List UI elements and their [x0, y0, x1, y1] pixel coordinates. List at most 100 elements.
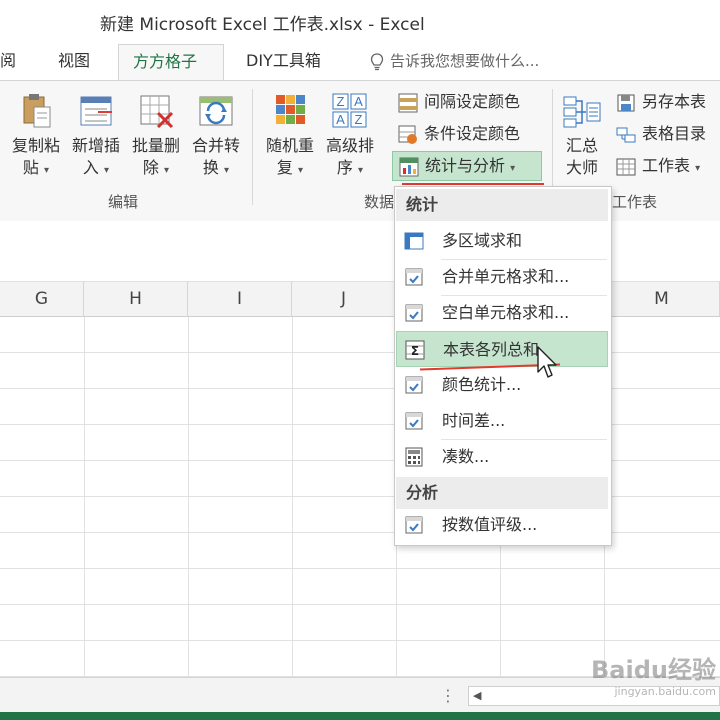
tell-me-search[interactable]: 告诉我您想要做什么...	[370, 44, 539, 80]
svg-text:Z: Z	[355, 112, 363, 127]
blank-cell-sum-icon	[405, 304, 423, 322]
table-catalog-icon	[616, 127, 636, 142]
table-catalog-button[interactable]: 表格目录	[616, 121, 706, 147]
copy-paste-label-2: 贴	[22, 158, 39, 177]
watermark-brand: Baidu经验	[591, 656, 716, 684]
statistics-analysis-label: 统计与分析	[425, 156, 506, 175]
sigma-icon: Σ	[405, 340, 425, 360]
save-sheet-button[interactable]: 另存本表	[616, 89, 706, 115]
menu-item-sheet-column-totals[interactable]: Σ 本表各列总和	[396, 331, 608, 367]
menu-item-label: 合并单元格求和...	[442, 267, 570, 286]
menu-item-label: 时间差...	[442, 411, 506, 430]
grid-column-line	[188, 317, 189, 677]
table-catalog-label: 表格目录	[642, 124, 707, 143]
grid-row-line	[0, 424, 720, 425]
column-headers: G H I J K L M	[0, 282, 720, 317]
svg-text:A: A	[336, 112, 345, 127]
svg-text:Σ: Σ	[411, 344, 419, 358]
random-repeat-label-1: 随机重	[265, 136, 314, 155]
window-title: 新建 Microsoft Excel 工作表.xlsx - Excel	[100, 15, 425, 35]
mouse-cursor-icon	[537, 346, 557, 378]
ribbon-tabs: 阅 视图 方方格子 DIY工具箱 告诉我您想要做什么...	[0, 44, 720, 80]
interval-color-icon	[398, 93, 418, 112]
grid-row-line	[0, 604, 720, 605]
advanced-sort-label-2: 序	[336, 158, 353, 177]
menu-item-label: 多区域求和	[442, 231, 523, 250]
grid-column-line	[84, 317, 85, 677]
ribbon: 复制粘 贴 ▾ 新增插 入 ▾ 批量删 除 ▾ 合并转 换 ▾ 编辑 随机重 复…	[0, 80, 720, 222]
menu-section-statistics: 统计	[396, 189, 608, 221]
save-sheet-label: 另存本表	[642, 92, 707, 111]
merge-convert-button[interactable]: 合并转 换 ▾	[184, 89, 248, 182]
grid-row-line	[0, 388, 720, 389]
lightbulb-icon	[370, 52, 384, 70]
column-header-h[interactable]: H	[84, 282, 188, 316]
grid-row-line	[0, 568, 720, 569]
scroll-left-icon[interactable]: ◀	[473, 689, 481, 702]
tab-diy-toolbox[interactable]: DIY工具箱	[246, 44, 321, 80]
save-sheet-icon	[617, 94, 635, 111]
summary-master-button[interactable]: 汇总 大师	[552, 89, 612, 179]
insert-icon	[80, 96, 112, 126]
svg-text:Z: Z	[337, 94, 345, 109]
column-header-g[interactable]: G	[0, 282, 84, 316]
merge-convert-icon	[199, 96, 233, 126]
menu-item-label: 颜色统计...	[442, 375, 522, 394]
advanced-sort-button[interactable]: Z A A Z 高级排 序 ▾	[318, 89, 382, 182]
tab-review[interactable]: 阅	[0, 44, 16, 80]
insert-button[interactable]: 新增插 入 ▾	[64, 89, 128, 182]
cell-grid[interactable]	[0, 317, 720, 677]
merge-convert-label-2: 换	[202, 158, 219, 177]
menu-item-make-up-number[interactable]: 凑数...	[396, 439, 608, 475]
interval-color-label: 间隔设定颜色	[424, 92, 521, 111]
worksheet-label: 工作表	[642, 156, 691, 175]
random-repeat-button[interactable]: 随机重 复 ▾	[258, 89, 322, 182]
condition-color-icon	[398, 125, 417, 144]
menu-item-label: 本表各列总和	[443, 340, 540, 359]
batch-delete-label-2: 除	[142, 158, 159, 177]
menu-item-time-diff[interactable]: 时间差...	[396, 403, 608, 439]
formula-bar-area	[0, 221, 720, 282]
menu-item-label: 凑数...	[442, 447, 490, 466]
menu-item-color-stats[interactable]: 颜色统计...	[396, 367, 608, 403]
insert-label-2: 入	[82, 158, 99, 177]
batch-delete-button[interactable]: 批量删 除 ▾	[124, 89, 188, 182]
edit-group-label: 编辑	[108, 193, 139, 211]
tell-me-text: 告诉我您想要做什么...	[390, 52, 540, 70]
column-header-m[interactable]: M	[604, 282, 720, 316]
worksheet-group-label: 工作表	[612, 193, 658, 211]
summary-master-label-2: 大师	[565, 158, 598, 177]
more-options-icon[interactable]: ⋮	[440, 686, 456, 705]
status-bar	[0, 712, 720, 720]
random-repeat-icon	[276, 95, 305, 124]
time-diff-icon	[405, 412, 423, 430]
statistics-icon	[399, 157, 419, 176]
summary-master-label-1: 汇总	[565, 136, 598, 155]
random-repeat-label-2: 复	[276, 158, 293, 177]
menu-item-blank-cell-sum[interactable]: 空白单元格求和...	[396, 295, 608, 331]
watermark: Baidu经验 jingyan.baidu.com	[556, 650, 716, 698]
column-header-j[interactable]: J	[292, 282, 396, 316]
menu-item-multi-range-sum[interactable]: 多区域求和	[396, 223, 608, 259]
menu-item-rating[interactable]: 按数值评级...	[396, 507, 608, 543]
column-header-i[interactable]: I	[188, 282, 292, 316]
grid-row-line	[0, 496, 720, 497]
worksheet-button[interactable]: 工作表 ▾	[616, 153, 700, 179]
advanced-sort-label-1: 高级排	[325, 136, 374, 155]
statistics-analysis-button[interactable]: 统计与分析 ▾	[392, 151, 542, 181]
tab-fangfang[interactable]: 方方格子	[118, 44, 224, 80]
menu-item-merged-cell-sum[interactable]: 合并单元格求和...	[396, 259, 608, 295]
copy-paste-button[interactable]: 复制粘 贴 ▾	[4, 89, 68, 182]
insert-label-1: 新增插	[71, 136, 120, 155]
merge-convert-label-1: 合并转	[191, 136, 240, 155]
data-group-label: 数据	[364, 193, 395, 211]
grid-row-line	[0, 352, 720, 353]
color-stats-icon	[405, 376, 423, 394]
interval-color-button[interactable]: 间隔设定颜色	[398, 89, 520, 115]
tab-view[interactable]: 视图	[58, 44, 90, 80]
condition-color-button[interactable]: 条件设定颜色	[398, 121, 520, 147]
menu-item-label: 空白单元格求和...	[442, 303, 570, 322]
batch-delete-label-1: 批量删	[131, 136, 180, 155]
sort-az-icon: Z A A Z	[332, 93, 367, 128]
copy-paste-label-1: 复制粘	[11, 136, 60, 155]
